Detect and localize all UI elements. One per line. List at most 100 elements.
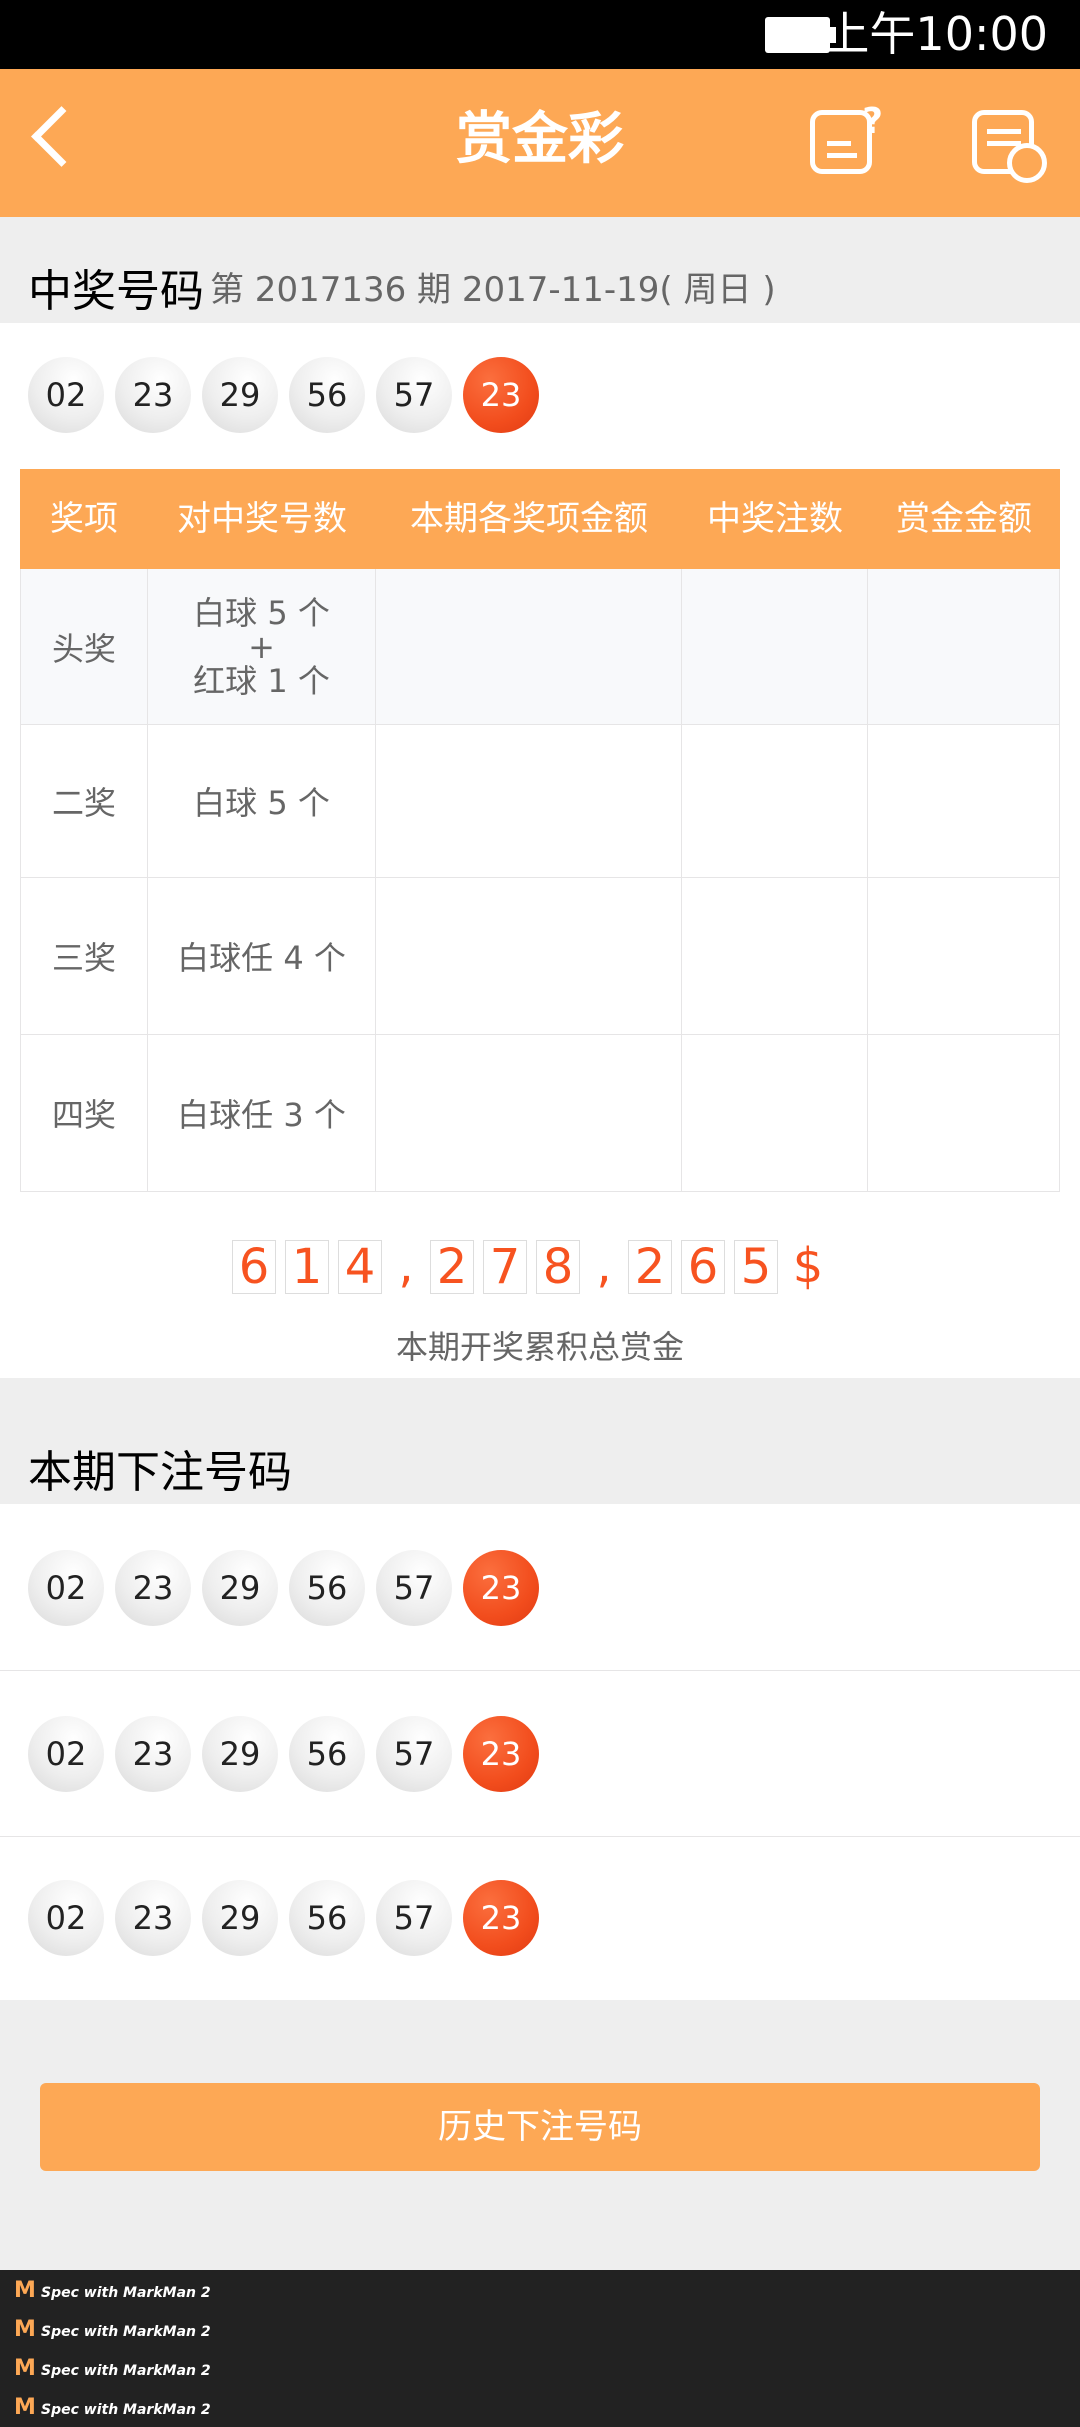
col-winners: 中奖注数 xyxy=(707,499,843,539)
white-ball: 02 xyxy=(28,1550,104,1626)
amount-cell xyxy=(376,569,682,725)
currency-symbol: $ xyxy=(792,1238,824,1294)
red-ball: 23 xyxy=(463,1716,539,1792)
white-ball: 23 xyxy=(115,357,191,433)
markman-text: Spec with MarkMan 2 xyxy=(41,2285,211,2301)
jackpot-comma: , xyxy=(596,1238,612,1294)
markman-badge: M Spec with MarkMan 2 xyxy=(14,2317,211,2342)
white-ball: 02 xyxy=(28,357,104,433)
white-ball: 02 xyxy=(28,1880,104,1956)
table-row: 二奖 白球 5 个 xyxy=(20,725,1060,878)
row-divider xyxy=(0,1836,1080,1837)
amount-cell xyxy=(376,1035,682,1192)
jackpot-digit: 2 xyxy=(430,1240,474,1294)
bet-row[interactable]: 02 23 29 56 57 23 xyxy=(28,1880,539,1956)
markman-logo-icon: M xyxy=(14,2356,36,2381)
page-title: 赏金彩 xyxy=(456,107,624,172)
bounty-cell xyxy=(868,1035,1060,1192)
markman-badge: M Spec with MarkMan 2 xyxy=(14,2395,211,2420)
bets-section-title: 本期下注号码 xyxy=(28,1447,292,1498)
white-ball: 56 xyxy=(289,1716,365,1792)
jackpot-digit: 4 xyxy=(338,1240,382,1294)
jackpot-caption: 本期开奖累积总赏金 xyxy=(395,1328,684,1366)
match-cell: 白球 5 个 + 红球 1 个 xyxy=(148,569,376,725)
history-record-button[interactable] xyxy=(972,110,1047,183)
col-match: 对中奖号数 xyxy=(177,499,347,539)
white-ball: 57 xyxy=(376,357,452,433)
table-row: 头奖 白球 5 个 + 红球 1 个 xyxy=(20,569,1060,725)
prize-table-header: 奖项 对中奖号数 本期各奖项金额 中奖注数 赏金金额 xyxy=(20,469,1060,569)
winners-cell xyxy=(682,1035,868,1192)
jackpot-digit: 2 xyxy=(628,1240,672,1294)
row-divider xyxy=(0,1670,1080,1671)
amount-cell xyxy=(376,878,682,1035)
bet-row[interactable]: 02 23 29 56 57 23 xyxy=(28,1716,539,1792)
bet-row[interactable]: 02 23 29 56 57 23 xyxy=(28,1550,539,1626)
jackpot-digit: 1 xyxy=(285,1240,329,1294)
white-ball: 23 xyxy=(115,1880,191,1956)
white-ball: 29 xyxy=(202,1716,278,1792)
winning-balls: 02 23 29 56 57 23 xyxy=(28,357,539,433)
red-ball: 23 xyxy=(463,357,539,433)
markman-logo-icon: M xyxy=(14,2395,36,2420)
prize-cell: 三奖 xyxy=(20,878,148,1035)
col-amount: 本期各奖项金额 xyxy=(410,499,648,539)
white-ball: 56 xyxy=(289,357,365,433)
prize-cell: 二奖 xyxy=(20,725,148,878)
col-bounty: 赏金金额 xyxy=(896,499,1032,539)
white-ball: 29 xyxy=(202,1880,278,1956)
draw-section-title: 中奖号码 xyxy=(28,266,204,317)
prize-cell: 头奖 xyxy=(20,569,148,725)
col-prize: 奖项 xyxy=(50,499,118,539)
match-line: 红球 1 个 xyxy=(193,661,330,700)
status-time: 上午10:00 xyxy=(823,7,1048,61)
amount-cell xyxy=(376,725,682,878)
history-bets-button[interactable]: 历史下注号码 xyxy=(40,2083,1040,2171)
jackpot-digit: 7 xyxy=(483,1240,527,1294)
red-ball: 23 xyxy=(463,1880,539,1956)
jackpot-digit: 5 xyxy=(734,1240,778,1294)
match-line: 白球 5 个 xyxy=(193,593,330,632)
jackpot-digit: 6 xyxy=(232,1240,276,1294)
markman-text: Spec with MarkMan 2 xyxy=(41,2324,211,2340)
white-ball: 57 xyxy=(376,1716,452,1792)
markman-badge: M Spec with MarkMan 2 xyxy=(14,2278,211,2303)
table-row: 三奖 白球任 4 个 xyxy=(20,878,1060,1035)
white-ball: 57 xyxy=(376,1550,452,1626)
white-ball: 29 xyxy=(202,357,278,433)
match-cell: 白球任 4 个 xyxy=(148,878,376,1035)
jackpot-digit: 6 xyxy=(681,1240,725,1294)
prize-cell: 四奖 xyxy=(20,1035,148,1192)
white-ball: 23 xyxy=(115,1716,191,1792)
jackpot-comma: , xyxy=(398,1238,414,1294)
match-cell: 白球任 3 个 xyxy=(148,1035,376,1192)
markman-logo-icon: M xyxy=(14,2278,36,2303)
white-ball: 56 xyxy=(289,1880,365,1956)
white-ball: 57 xyxy=(376,1880,452,1956)
bounty-cell xyxy=(868,725,1060,878)
white-ball: 02 xyxy=(28,1716,104,1792)
prize-table-body: 头奖 白球 5 个 + 红球 1 个 二奖 白球 5 个 三奖 白球任 4 个 … xyxy=(20,569,1060,1192)
jackpot-amount: 6 1 4 , 2 7 8 , 2 6 5 $ xyxy=(232,1240,829,1294)
markman-text: Spec with MarkMan 2 xyxy=(41,2363,211,2379)
winners-cell xyxy=(682,725,868,878)
history-clock-icon xyxy=(972,110,1047,183)
table-row: 四奖 白球任 3 个 xyxy=(20,1035,1060,1192)
bounty-cell xyxy=(868,569,1060,725)
white-ball: 29 xyxy=(202,1550,278,1626)
help-icon: ? xyxy=(810,101,883,174)
winners-cell xyxy=(682,878,868,1035)
battery-icon xyxy=(765,17,830,53)
draw-issue-info: 第 2017136 期 2017-11-19( 周日 ) xyxy=(210,270,776,310)
help-button[interactable]: ? xyxy=(810,101,883,174)
match-plus: + xyxy=(248,627,275,666)
jackpot-digit: 8 xyxy=(536,1240,580,1294)
markman-badge: M Spec with MarkMan 2 xyxy=(14,2356,211,2381)
markman-text: Spec with MarkMan 2 xyxy=(41,2402,211,2418)
white-ball: 23 xyxy=(115,1550,191,1626)
match-cell: 白球 5 个 xyxy=(148,725,376,878)
white-ball: 56 xyxy=(289,1550,365,1626)
bounty-cell xyxy=(868,878,1060,1035)
markman-footer: M Spec with MarkMan 2 M Spec with MarkMa… xyxy=(0,2270,1080,2427)
markman-logo-icon: M xyxy=(14,2317,36,2342)
